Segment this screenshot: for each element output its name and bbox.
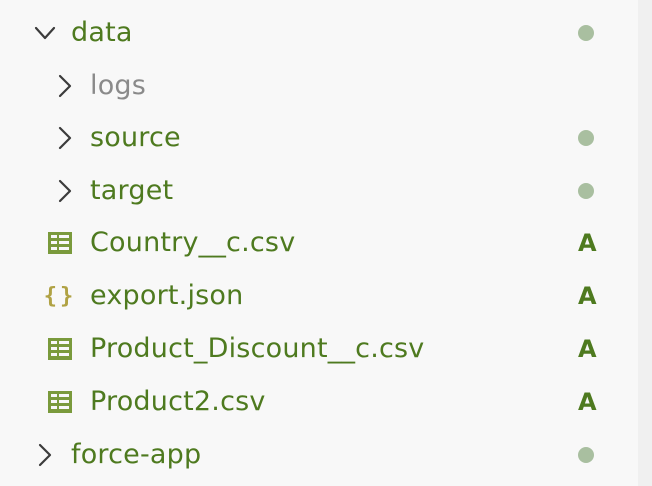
chevron-right-icon[interactable]	[52, 125, 78, 151]
explorer-tree: data logs source target Country__c.csv A…	[0, 0, 638, 486]
tree-item-logs[interactable]: logs	[0, 60, 638, 112]
tree-item-product-discount-csv[interactable]: Product_Discount__c.csv A	[0, 323, 638, 375]
json-braces-icon: {}	[43, 283, 77, 309]
tree-item-product2-csv[interactable]: Product2.csv A	[0, 376, 638, 428]
vertical-scrollbar[interactable]	[638, 0, 652, 486]
git-added-badge: A	[578, 282, 597, 310]
tree-item-label: source	[90, 122, 181, 153]
modified-dot-icon	[578, 183, 594, 199]
chevron-right-icon[interactable]	[32, 442, 58, 468]
tree-item-label: Product_Discount__c.csv	[90, 333, 425, 364]
csv-table-icon	[48, 391, 72, 413]
tree-item-source[interactable]: source	[0, 112, 638, 164]
tree-item-label: Country__c.csv	[90, 227, 296, 258]
modified-dot-icon	[578, 447, 594, 463]
tree-item-label: logs	[90, 70, 147, 101]
modified-dot-icon	[578, 130, 594, 146]
tree-item-label: Product2.csv	[90, 386, 266, 417]
csv-table-icon	[48, 232, 72, 254]
chevron-right-icon[interactable]	[52, 73, 78, 99]
chevron-right-icon[interactable]	[52, 178, 78, 204]
tree-item-export-json[interactable]: {} export.json A	[0, 270, 638, 322]
tree-item-data[interactable]: data	[0, 7, 638, 59]
chevron-down-icon[interactable]	[32, 20, 58, 46]
tree-item-country-csv[interactable]: Country__c.csv A	[0, 217, 638, 269]
tree-item-target[interactable]: target	[0, 165, 638, 217]
git-added-badge: A	[578, 335, 597, 363]
tree-item-label: force-app	[71, 439, 202, 470]
tree-item-label: target	[90, 175, 174, 206]
git-added-badge: A	[578, 388, 597, 416]
tree-item-force-app[interactable]: force-app	[0, 429, 638, 481]
tree-item-label: data	[71, 17, 133, 48]
modified-dot-icon	[578, 25, 594, 41]
git-added-badge: A	[578, 229, 597, 257]
tree-item-label: export.json	[90, 280, 244, 311]
csv-table-icon	[48, 338, 72, 360]
